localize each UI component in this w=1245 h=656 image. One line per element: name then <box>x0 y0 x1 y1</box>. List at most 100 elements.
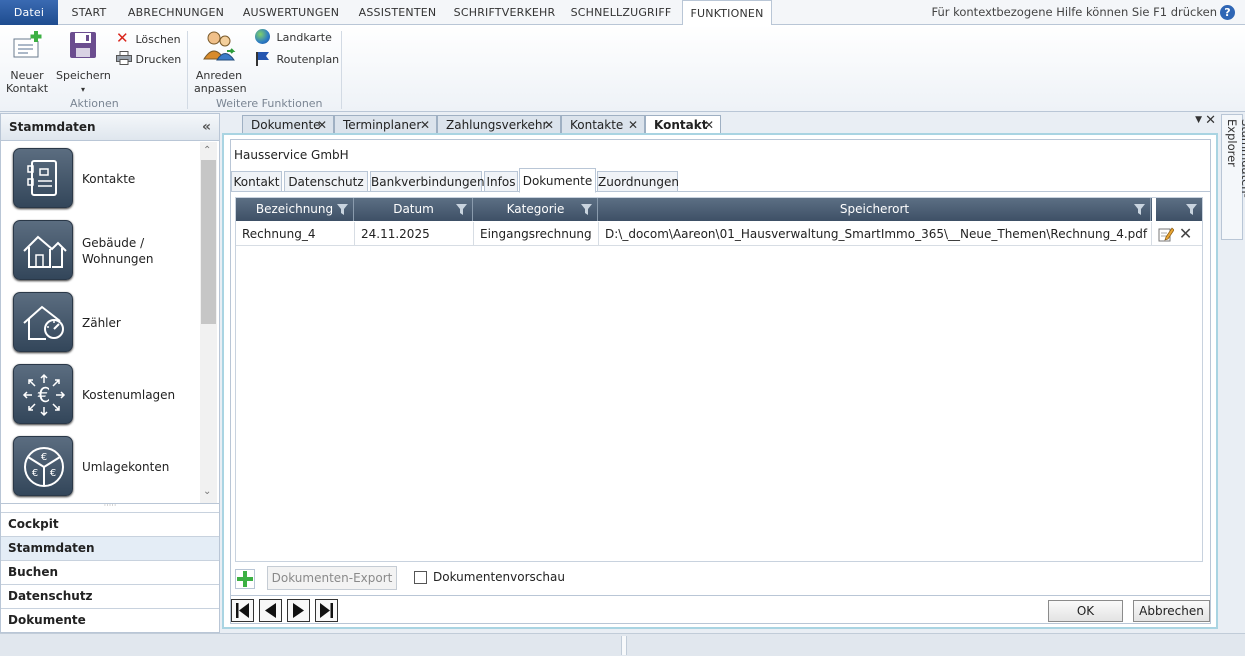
nav-label-kostenumlagen: Kostenumlagen <box>82 388 176 402</box>
close-icon[interactable]: ✕ <box>317 116 327 134</box>
filter-icon[interactable] <box>1186 204 1197 215</box>
new-contact-label-1: Neuer <box>10 69 44 82</box>
nav-label-gebaeude: Gebäude / Wohnungen <box>82 235 154 267</box>
nav-label-kontakte: Kontakte <box>82 172 136 186</box>
section-dokumente[interactable]: Dokumente <box>1 608 219 632</box>
stammdaten-explorer-tab[interactable]: Stammdaten-Explorer <box>1221 114 1245 240</box>
doc-tab-label: Kontakte <box>570 118 624 132</box>
grid-header: Bezeichnung Datum Kategorie Speicherort <box>236 198 1202 221</box>
add-document-button[interactable] <box>235 569 255 589</box>
tab-list-dropdown-icon[interactable]: ▼ <box>1195 115 1202 125</box>
doc-tab-kontakte[interactable]: Kontakte ✕ <box>561 115 645 134</box>
delete-row-icon[interactable]: ✕ <box>1179 224 1192 243</box>
last-record-icon <box>320 603 333 618</box>
panel-splitter[interactable]: ····· <box>1 502 219 511</box>
nav-item-umlagekonten[interactable]: € € € Umlagekonten <box>3 430 199 502</box>
cell-datum: 24.11.2025 <box>355 222 474 246</box>
new-contact-button[interactable]: Neuer Kontakt <box>6 29 48 95</box>
flag-icon <box>256 52 269 66</box>
tab-datei[interactable]: Datei <box>0 0 58 25</box>
tab-start[interactable]: START <box>60 0 118 25</box>
nav-label-zaehler: Zähler <box>82 316 121 330</box>
route-planner-button[interactable]: Routenplan <box>255 51 339 69</box>
meter-icon <box>13 292 73 352</box>
nav-item-zaehler[interactable]: Zähler <box>3 286 199 358</box>
ok-button[interactable]: OK <box>1048 600 1123 622</box>
close-all-icon[interactable]: ✕ <box>1205 113 1216 128</box>
nav-item-kostenumlagen[interactable]: € Kostenumlagen <box>3 358 199 430</box>
column-header-label: Bezeichnung <box>255 202 334 216</box>
column-header-speicherort[interactable]: Speicherort <box>599 198 1151 221</box>
group-separator <box>187 31 188 109</box>
collapse-panel-icon[interactable]: « <box>202 114 211 141</box>
doc-tab-zahlungsverkehr[interactable]: Zahlungsverkehr ✕ <box>437 115 561 134</box>
print-button[interactable]: Drucken <box>116 51 181 69</box>
nav-item-kontakte[interactable]: Kontakte <box>3 142 199 214</box>
close-icon[interactable]: ✕ <box>704 116 714 134</box>
doc-tab-terminplaner[interactable]: Terminplaner ✕ <box>334 115 437 134</box>
last-record-button[interactable] <box>315 599 338 622</box>
column-header-kategorie[interactable]: Kategorie <box>474 198 598 221</box>
filter-icon[interactable] <box>581 204 592 215</box>
scrollbar-thumb[interactable] <box>201 160 216 324</box>
save-button[interactable]: Speichern ▾ <box>56 29 111 96</box>
first-record-button[interactable] <box>231 599 254 622</box>
column-header-label: Kategorie <box>506 202 565 216</box>
group-label-more: Weitere Funktionen <box>216 97 323 110</box>
section-stammdaten[interactable]: Stammdaten <box>1 536 219 560</box>
documents-export-button[interactable]: Dokumenten-Export <box>267 566 397 590</box>
sub-tab-dokumente[interactable]: Dokumente <box>519 168 596 193</box>
filter-icon[interactable] <box>1134 204 1145 215</box>
contact-form: Hausservice GmbH Kontakt Datenschutz Ban… <box>230 139 1211 624</box>
close-icon[interactable]: ✕ <box>628 116 638 134</box>
edit-icon[interactable] <box>1158 226 1175 242</box>
column-header-label: Speicherort <box>839 202 910 216</box>
tab-auswertungen[interactable]: AUSWERTUNGEN <box>234 0 348 25</box>
doc-tab-kontakt[interactable]: Kontakt ✕ <box>645 115 721 135</box>
delete-button[interactable]: ✕ Löschen <box>116 29 181 47</box>
scroll-down-icon[interactable]: ⌄ <box>203 486 211 497</box>
section-datenschutz[interactable]: Datenschutz <box>1 584 219 608</box>
svg-text:€: € <box>50 468 56 479</box>
delete-icon: ✕ <box>116 29 129 47</box>
column-header-bezeichnung[interactable]: Bezeichnung <box>236 198 354 221</box>
column-header-datum[interactable]: Datum <box>355 198 473 221</box>
euro-pie-icon: € € € <box>13 436 73 496</box>
nav-label-gebaeude-2: Wohnungen <box>82 252 154 266</box>
sub-tab-infos[interactable]: Infos <box>484 171 518 192</box>
filter-icon[interactable] <box>337 204 348 215</box>
scroll-up-icon[interactable]: ⌃ <box>203 145 211 156</box>
cancel-button[interactable]: Abbrechen <box>1133 600 1210 622</box>
new-contact-label-2: Kontakt <box>6 82 49 95</box>
close-icon[interactable]: ✕ <box>544 116 554 134</box>
section-buchen[interactable]: Buchen <box>1 560 219 584</box>
sub-tab-bankverbindungen[interactable]: Bankverbindungen <box>370 171 485 192</box>
sub-tab-kontakt[interactable]: Kontakt <box>231 171 282 192</box>
column-resize-handle[interactable] <box>1152 198 1156 221</box>
nav-tile-list: Kontakte Gebäude / Wohnungen Zähler € Ko… <box>3 142 199 502</box>
help-icon[interactable]: ? <box>1220 5 1235 20</box>
tab-schriftverkehr[interactable]: SCHRIFTVERKEHR <box>447 0 562 25</box>
sub-tab-zuordnungen[interactable]: Zuordnungen <box>597 171 679 192</box>
tab-abrechnungen[interactable]: ABRECHNUNGEN <box>120 0 232 25</box>
tab-funktionen[interactable]: FUNKTIONEN <box>682 0 772 26</box>
nav-item-gebaeude[interactable]: Gebäude / Wohnungen <box>3 214 199 286</box>
sub-tab-datenschutz[interactable]: Datenschutz <box>284 171 368 192</box>
column-header-actions[interactable] <box>1157 198 1202 221</box>
ribbon-panel: Neuer Kontakt Speichern ▾ ✕ Löschen Druc… <box>0 25 1245 112</box>
document-preview-checkbox[interactable] <box>414 571 427 584</box>
next-record-icon <box>293 603 304 618</box>
adjust-salutation-button[interactable]: Anreden anpassen <box>194 29 247 95</box>
tab-assistenten[interactable]: ASSISTENTEN <box>350 0 445 25</box>
nav-scrollbar[interactable]: ⌃ ⌄ <box>200 142 217 503</box>
table-row[interactable]: Rechnung_4 24.11.2025 Eingangsrechnung D… <box>236 222 1202 246</box>
previous-record-button[interactable] <box>259 599 282 622</box>
section-cockpit[interactable]: Cockpit <box>1 512 219 536</box>
map-button[interactable]: Landkarte <box>255 29 332 47</box>
next-record-button[interactable] <box>287 599 310 622</box>
tab-schnellzugriff[interactable]: SCHNELLZUGRIFF <box>564 0 678 25</box>
close-icon[interactable]: ✕ <box>420 116 430 134</box>
status-bar <box>0 633 1245 656</box>
filter-icon[interactable] <box>456 204 467 215</box>
doc-tab-dokumente[interactable]: Dokumente ✕ <box>242 115 334 134</box>
